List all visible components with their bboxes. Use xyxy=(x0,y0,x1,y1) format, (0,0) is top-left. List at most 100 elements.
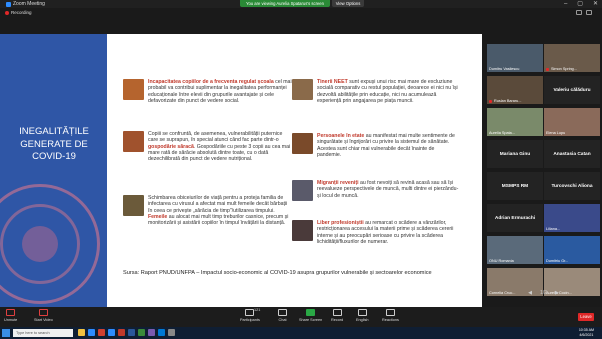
page-indicator: 1/2 xyxy=(540,290,547,296)
participant-tile[interactable]: Mariana Ginu xyxy=(487,140,543,168)
chat-label: Chat xyxy=(278,318,287,322)
chrome-icon[interactable] xyxy=(98,329,105,336)
share-screen-icon xyxy=(306,309,316,316)
participant-tile[interactable]: Ruslan Bararu... xyxy=(487,76,543,104)
reactions-button[interactable]: Reactions xyxy=(382,309,399,322)
file-explorer-icon[interactable] xyxy=(78,329,85,336)
block-highlight: Persoanele în etate xyxy=(317,133,365,139)
participant-tile[interactable]: Adrian Ermurachi xyxy=(487,204,543,232)
edge-icon[interactable] xyxy=(88,329,95,336)
photo-children-image xyxy=(123,79,144,100)
participant-tile[interactable]: Turcovschi Aliona xyxy=(544,172,600,200)
windows-taskbar: Type here to search 10:35 AM 4/6/2021 xyxy=(0,327,602,339)
participant-name: Liliana... xyxy=(546,227,561,231)
block-body-pre: Schimbarea obiceiurilor de viață pentru … xyxy=(148,195,288,214)
photo-youth-image xyxy=(292,79,313,100)
zoom-taskbar-icon[interactable] xyxy=(108,329,115,336)
block-highlight: Incapacitatea copiilor de a frecventa re… xyxy=(148,79,274,85)
close-icon[interactable]: ✕ xyxy=(593,0,598,8)
unmute-button[interactable]: Unmute xyxy=(4,309,17,322)
block-text: Migranții reveniți au fost nevoiți să re… xyxy=(317,180,460,201)
participant-tile[interactable]: Dumitru Vasilescu xyxy=(487,44,543,72)
taskbar-search-input[interactable]: Type here to search xyxy=(13,329,73,337)
block-body-pre: Copiii se confruntă, de asemenea, vulner… xyxy=(148,131,283,144)
top-right-controls xyxy=(576,10,592,15)
powerpoint-icon[interactable] xyxy=(118,329,125,336)
unmute-label: Unmute xyxy=(4,318,18,322)
block-text: Incapacitatea copiilor de a frecventa re… xyxy=(148,79,293,104)
muted-mic-icon xyxy=(546,68,549,71)
virus-core-decoration xyxy=(22,226,58,262)
participant-gallery: Dumitru Vasilescu Simon Spring... Ruslan… xyxy=(487,44,600,306)
meeting-toolbar: Unmute Start Video Participants 121 Chat… xyxy=(0,307,602,327)
smiley-icon xyxy=(385,309,395,316)
block-text: Tinerii NEET sunt expuși unui risc mai m… xyxy=(317,79,460,104)
start-video-button[interactable]: Start Video xyxy=(34,309,53,322)
block-text: Copiii se confruntă, de asemenea, vulner… xyxy=(148,131,293,162)
next-page-icon[interactable]: ▶ xyxy=(555,290,559,296)
record-button[interactable]: Record xyxy=(331,309,343,322)
settings-icon[interactable] xyxy=(168,329,175,336)
minimize-icon[interactable]: – xyxy=(564,0,567,8)
participant-tile[interactable]: Elena Lupu xyxy=(544,108,600,136)
windows-start-icon[interactable] xyxy=(2,329,10,337)
maximize-icon[interactable]: ▢ xyxy=(577,0,583,8)
recording-dot-icon xyxy=(5,10,9,15)
participant-name: Turcovschi Aliona xyxy=(551,183,593,189)
gallery-pager: ◀ 1/2 ▶ xyxy=(487,289,600,297)
chat-button[interactable]: Chat xyxy=(278,309,287,322)
start-video-label: Start Video xyxy=(34,318,53,322)
block-body: au alocat mai mult timp treburilor casni… xyxy=(148,213,289,227)
block-text: Persoanele în etate au manifestat mai mu… xyxy=(317,133,460,158)
participant-tile[interactable]: Liliana... xyxy=(544,204,600,232)
block-highlight: Migranții reveniți xyxy=(317,180,359,186)
slide-block-children-school: Incapacitatea copiilor de a frecventa re… xyxy=(123,79,293,104)
muted-mic-icon xyxy=(489,100,492,103)
participant-tile[interactable]: MSMPS RM xyxy=(487,172,543,200)
participant-name: ONU Romania xyxy=(489,259,514,263)
word-icon[interactable] xyxy=(128,329,135,336)
participant-tile[interactable]: Dumitriu Gr... xyxy=(544,236,600,264)
participant-name: Dumitru Vasilescu xyxy=(489,67,520,71)
taskbar-apps xyxy=(78,329,175,336)
fullscreen-icon[interactable] xyxy=(586,10,592,15)
recording-label: Recording xyxy=(11,10,32,15)
gallery-view-icon[interactable] xyxy=(576,10,582,15)
app-title: Zoom Meeting xyxy=(6,0,45,8)
share-screen-button[interactable]: Share Screen xyxy=(299,309,322,322)
shared-slide: INEGALITĂȚILE GENERATE DE COVID-19 Incap… xyxy=(0,34,482,309)
participant-name: Mariana Ginu xyxy=(499,151,531,157)
zoom-logo-icon xyxy=(6,2,11,8)
block-highlight: Liber profesioniștii xyxy=(317,220,364,226)
outlook-icon[interactable] xyxy=(158,329,165,336)
prev-page-icon[interactable]: ◀ xyxy=(528,290,532,296)
participant-name: Elena Lupu xyxy=(546,131,566,135)
excel-icon[interactable] xyxy=(138,329,145,336)
record-icon xyxy=(332,309,342,316)
block-highlight: Tinerii NEET xyxy=(317,79,348,85)
participant-name: Ruslan Bararu... xyxy=(494,99,522,103)
view-options-button[interactable]: View Options xyxy=(332,0,364,7)
participant-tile[interactable]: Valeriu călăduru xyxy=(544,76,600,104)
mic-muted-icon xyxy=(6,309,16,316)
participant-name: Aurelia Spata... xyxy=(489,131,515,135)
participant-tile[interactable]: Simon Spring... xyxy=(544,44,600,72)
video-off-icon xyxy=(38,309,48,316)
chat-icon xyxy=(278,309,287,316)
window-controls: – ▢ ✕ xyxy=(564,0,598,8)
participants-label: Participants xyxy=(240,318,260,322)
participant-name: MSMPS RM xyxy=(501,183,529,189)
slide-source-note: Sursa: Raport PNUD/UNFPA – Impactul soci… xyxy=(123,270,432,276)
participant-tile[interactable]: ONU Romania xyxy=(487,236,543,264)
photo-migrants-image xyxy=(292,180,313,201)
participant-tile[interactable]: Aurelia Spata... xyxy=(487,108,543,136)
block-highlight: Femeile xyxy=(148,213,168,220)
system-clock[interactable]: 10:35 AM 4/6/2021 xyxy=(579,328,594,338)
teams-icon[interactable] xyxy=(148,329,155,336)
participant-name: Valeriu călăduru xyxy=(553,87,591,93)
participant-name: Anastasia Catan xyxy=(553,151,591,157)
participant-tile[interactable]: Anastasia Catan xyxy=(544,140,600,168)
leave-button[interactable]: Leave xyxy=(578,313,594,321)
participant-name: Dumitriu Gr... xyxy=(546,259,569,263)
interpretation-button[interactable]: English xyxy=(356,309,368,322)
